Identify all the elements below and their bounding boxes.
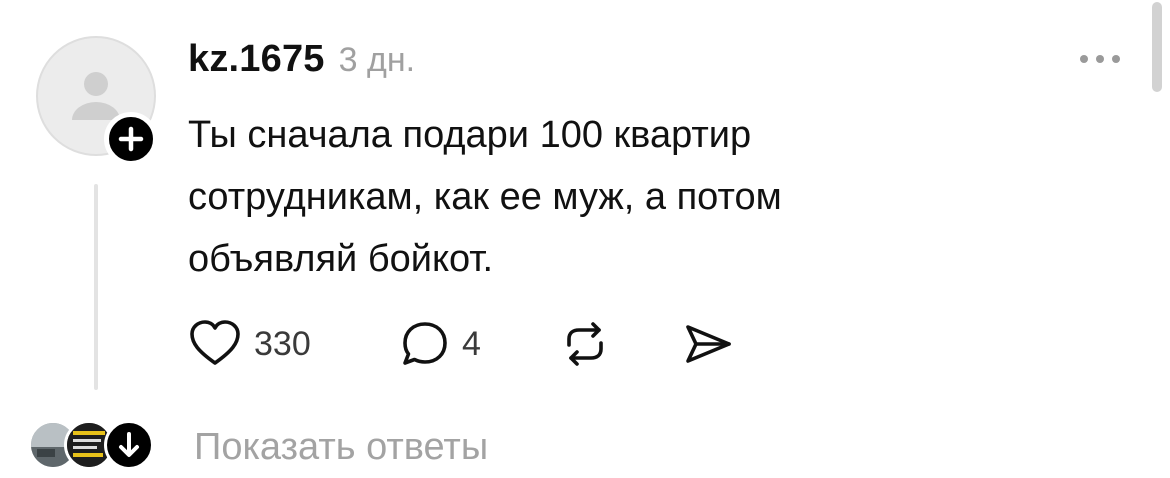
more-dots-icon [1080, 55, 1120, 63]
like-count: 330 [254, 324, 311, 363]
comment-header: kz.1675 3 дн. [188, 38, 415, 82]
show-replies-link[interactable]: Показать ответы [194, 426, 488, 469]
username[interactable]: kz.1675 [188, 38, 325, 81]
more-options-button[interactable] [1076, 52, 1128, 66]
like-button[interactable]: 330 [188, 316, 311, 372]
reply-count: 4 [462, 324, 481, 363]
timestamp: 3 дн. [338, 41, 416, 79]
share-button[interactable] [682, 316, 734, 372]
show-replies-button[interactable] [104, 420, 154, 470]
plus-icon [118, 126, 144, 152]
repost-icon [567, 322, 603, 366]
reply-button[interactable]: 4 [400, 316, 481, 372]
thread-line [94, 184, 98, 390]
heart-icon [190, 320, 240, 365]
send-icon [686, 325, 731, 363]
scrollbar[interactable] [1152, 2, 1162, 92]
follow-button[interactable] [104, 112, 158, 166]
arrow-down-icon [119, 432, 139, 457]
repost-button[interactable] [560, 316, 610, 372]
speech-bubble-icon [403, 322, 447, 365]
replies-row[interactable]: Показать ответы [28, 418, 588, 474]
comment-text: Ты сначала подари 100 квартир сотрудника… [188, 114, 782, 280]
